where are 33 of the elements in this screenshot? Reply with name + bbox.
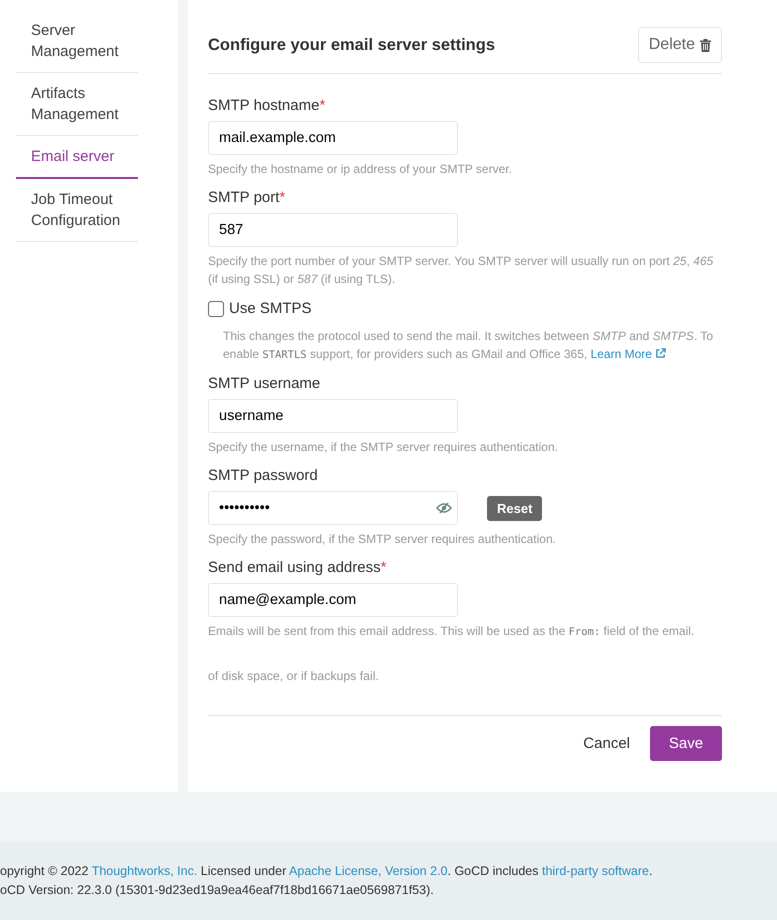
help-text: Emails will be sent from this email address. This will be used as the From: field of the email. [208, 623, 696, 640]
input-field[interactable]: 587 [208, 213, 458, 247]
sidebar-item[interactable]: Job Timeout Configuration [16, 179, 138, 242]
sidebar-item[interactable]: Artifacts Management [16, 73, 138, 136]
help-text: Specify the username, if the SMTP server requires authentication. [208, 439, 559, 456]
password-field[interactable]: •••••••••• [208, 491, 458, 525]
form-title: Configure your email server settings [208, 36, 496, 54]
sidebar-item[interactable]: Server Management [16, 10, 138, 73]
save-button[interactable]: Save [650, 726, 722, 761]
field-label: SMTP password [208, 467, 318, 484]
field-label: SMTP port* [208, 189, 286, 206]
help-text: Specify the hostname or ip address of your SMTP server. [208, 161, 513, 178]
footer-text: opyright © 2022 Thoughtworks, Inc. Licensed under Apache License, Version 2.0. GoCD includes third-party software. [0, 863, 654, 880]
checkbox-label: Use SMTPS [229, 300, 312, 317]
help-text: Specify the password, if the SMTP server requires authentication. [208, 531, 557, 548]
input-field[interactable]: name@example.com [208, 583, 458, 617]
eye-slash-icon[interactable] [436, 502, 452, 514]
help-text: of disk space, or if backups fail. [208, 668, 380, 685]
checkbox[interactable] [208, 300, 224, 316]
footer-text: oCD Version: 22.3.0 (15301-9d23ed19a9ea46eaf7f18bd16671ae0569871f53). [0, 882, 435, 899]
field-label: Send email using address* [208, 559, 386, 576]
input-field[interactable]: username [208, 399, 458, 433]
help-text: Specify the port number of your SMTP server. You SMTP server will usually run on port 25, 465 (if using SSL) or 587 (if using TLS). [208, 253, 714, 288]
field-label: SMTP username [208, 375, 320, 392]
trash-icon [700, 38, 711, 52]
input-field[interactable]: mail.example.com [208, 121, 458, 155]
field-label: SMTP hostname* [208, 97, 326, 114]
help-text: This changes the protocol used to send the mail. It switches between SMTP and SMTPS. To enable STARTLS support, for providers such as GMail and Office 365, Learn More [223, 328, 714, 363]
delete-button[interactable]: Delete [638, 27, 722, 63]
learn-more-link[interactable]: Learn More [590, 347, 666, 361]
cancel-button[interactable]: Cancel [583, 735, 630, 752]
sidebar-item[interactable]: Email server [16, 136, 138, 179]
reset-button[interactable]: Reset [487, 496, 542, 520]
